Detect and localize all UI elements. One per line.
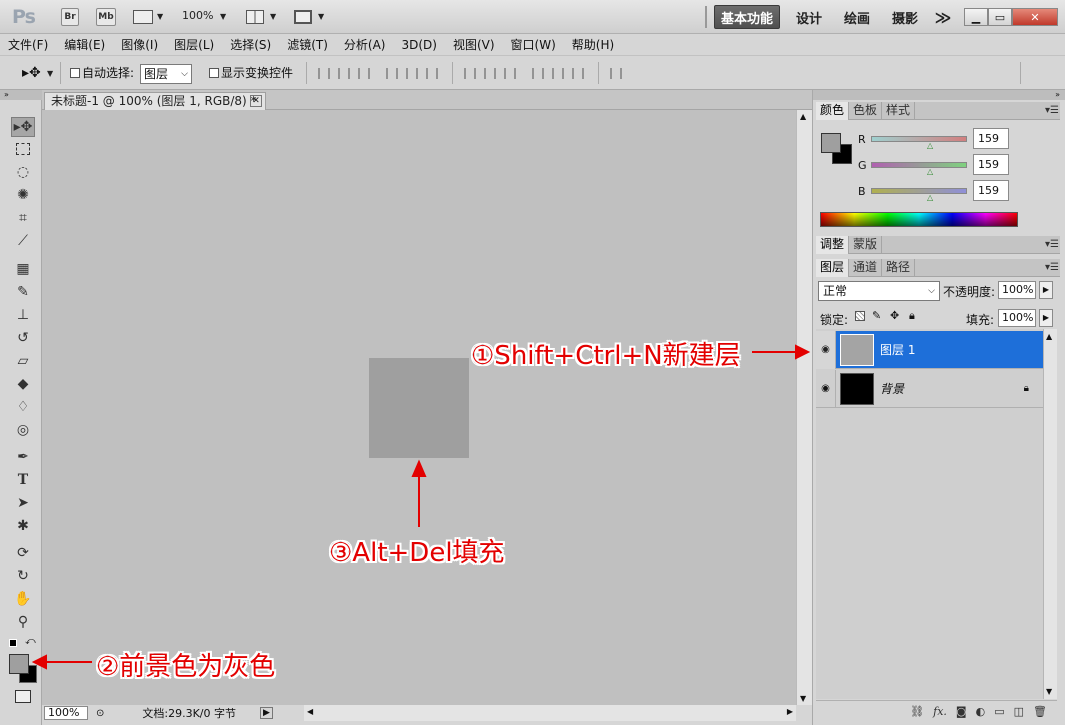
arrow-to-swatch-head — [31, 654, 47, 670]
annotation-step-2: ②前景色为灰色 — [96, 652, 276, 682]
annotation-step-1: ①Shift+Ctrl+N新建层 — [471, 341, 741, 371]
arrow-to-layers-head — [795, 344, 811, 360]
annotation-step-3: ③Alt+Del填充 — [329, 538, 505, 568]
arrow-to-square-head — [411, 459, 427, 477]
